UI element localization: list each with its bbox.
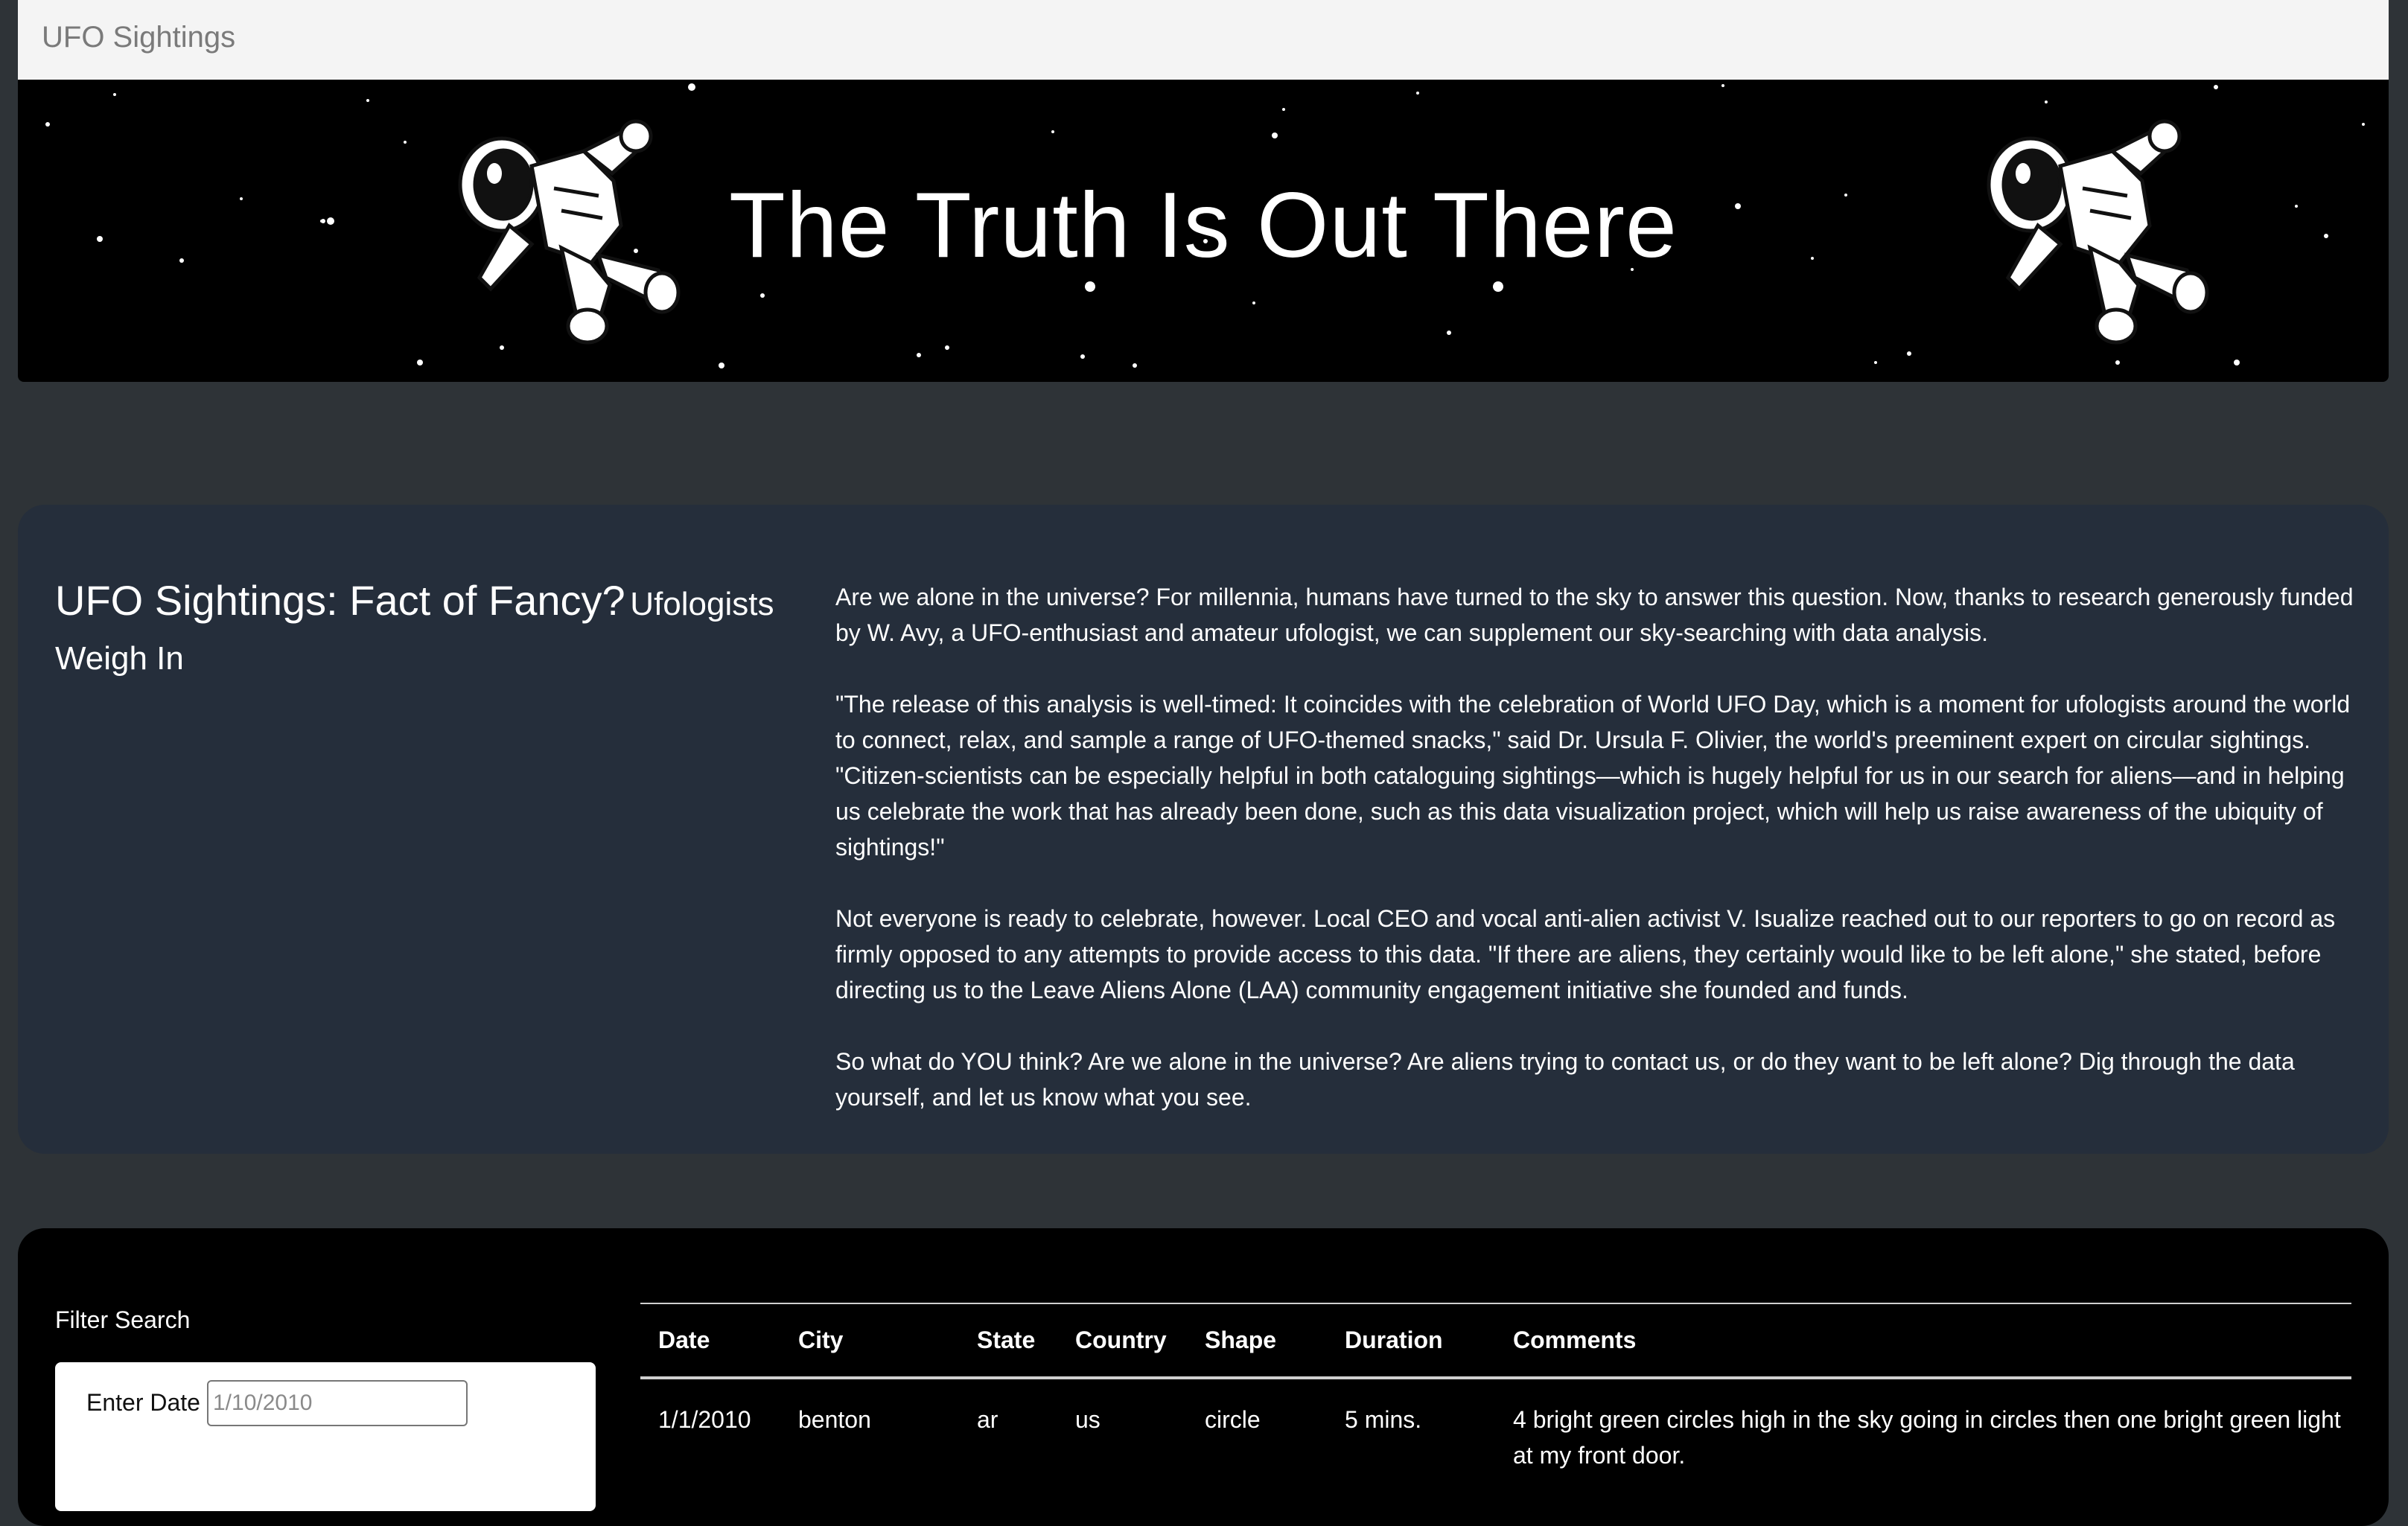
sightings-table-container: Date City State Country Shape Duration C… bbox=[640, 1303, 2351, 1473]
article-paragraph: "The release of this analysis is well-ti… bbox=[835, 691, 2351, 861]
article-headline: UFO Sightings: Fact of Fancy? Ufologists… bbox=[55, 576, 785, 689]
article-paragraph: Not everyone is ready to celebrate, howe… bbox=[835, 905, 2336, 1003]
navbar: UFO Sightings bbox=[18, 0, 2389, 80]
table-header-row: Date City State Country Shape Duration C… bbox=[640, 1303, 2351, 1379]
hero-banner: The Truth Is Out There bbox=[18, 80, 2389, 382]
article-body: Are we alone in the universe? For millen… bbox=[835, 579, 2362, 1151]
filter-form: Enter Date bbox=[55, 1362, 596, 1511]
headline-main: UFO Sightings: Fact of Fancy? bbox=[55, 577, 625, 624]
article-paragraph: Are we alone in the universe? For millen… bbox=[835, 584, 2354, 646]
sightings-table: Date City State Country Shape Duration C… bbox=[640, 1303, 2351, 1473]
cell-shape: circle bbox=[1205, 1406, 1261, 1433]
table-row: 1/1/2010 benton ar us circle 5 mins. 4 b… bbox=[640, 1378, 2351, 1473]
cell-duration: 5 mins. bbox=[1345, 1406, 1422, 1433]
article-section: UFO Sightings: Fact of Fancy? Ufologists… bbox=[18, 505, 2389, 1154]
article-paragraph: So what do YOU think? Are we alone in th… bbox=[835, 1048, 2295, 1111]
header-city: City bbox=[780, 1303, 959, 1379]
header-comments: Comments bbox=[1495, 1303, 2351, 1379]
header-duration: Duration bbox=[1327, 1303, 1495, 1379]
cell-state: ar bbox=[977, 1406, 998, 1433]
cell-date: 1/1/2010 bbox=[658, 1406, 751, 1433]
header-state: State bbox=[959, 1303, 1057, 1379]
astronaut-icon bbox=[1987, 119, 2209, 345]
cell-comments: 4 bright green circles high in the sky g… bbox=[1513, 1406, 2341, 1469]
navbar-brand[interactable]: UFO Sightings bbox=[42, 21, 235, 54]
date-label: Enter Date bbox=[86, 1389, 200, 1416]
filter-title: Filter Search bbox=[55, 1306, 191, 1333]
cell-country: us bbox=[1075, 1406, 1101, 1433]
cell-city: benton bbox=[798, 1406, 871, 1433]
data-panel: Filter Search Enter Date Date City State… bbox=[18, 1228, 2389, 1526]
header-date: Date bbox=[640, 1303, 780, 1379]
header-country: Country bbox=[1057, 1303, 1187, 1379]
date-input[interactable] bbox=[207, 1380, 468, 1426]
header-shape: Shape bbox=[1187, 1303, 1327, 1379]
